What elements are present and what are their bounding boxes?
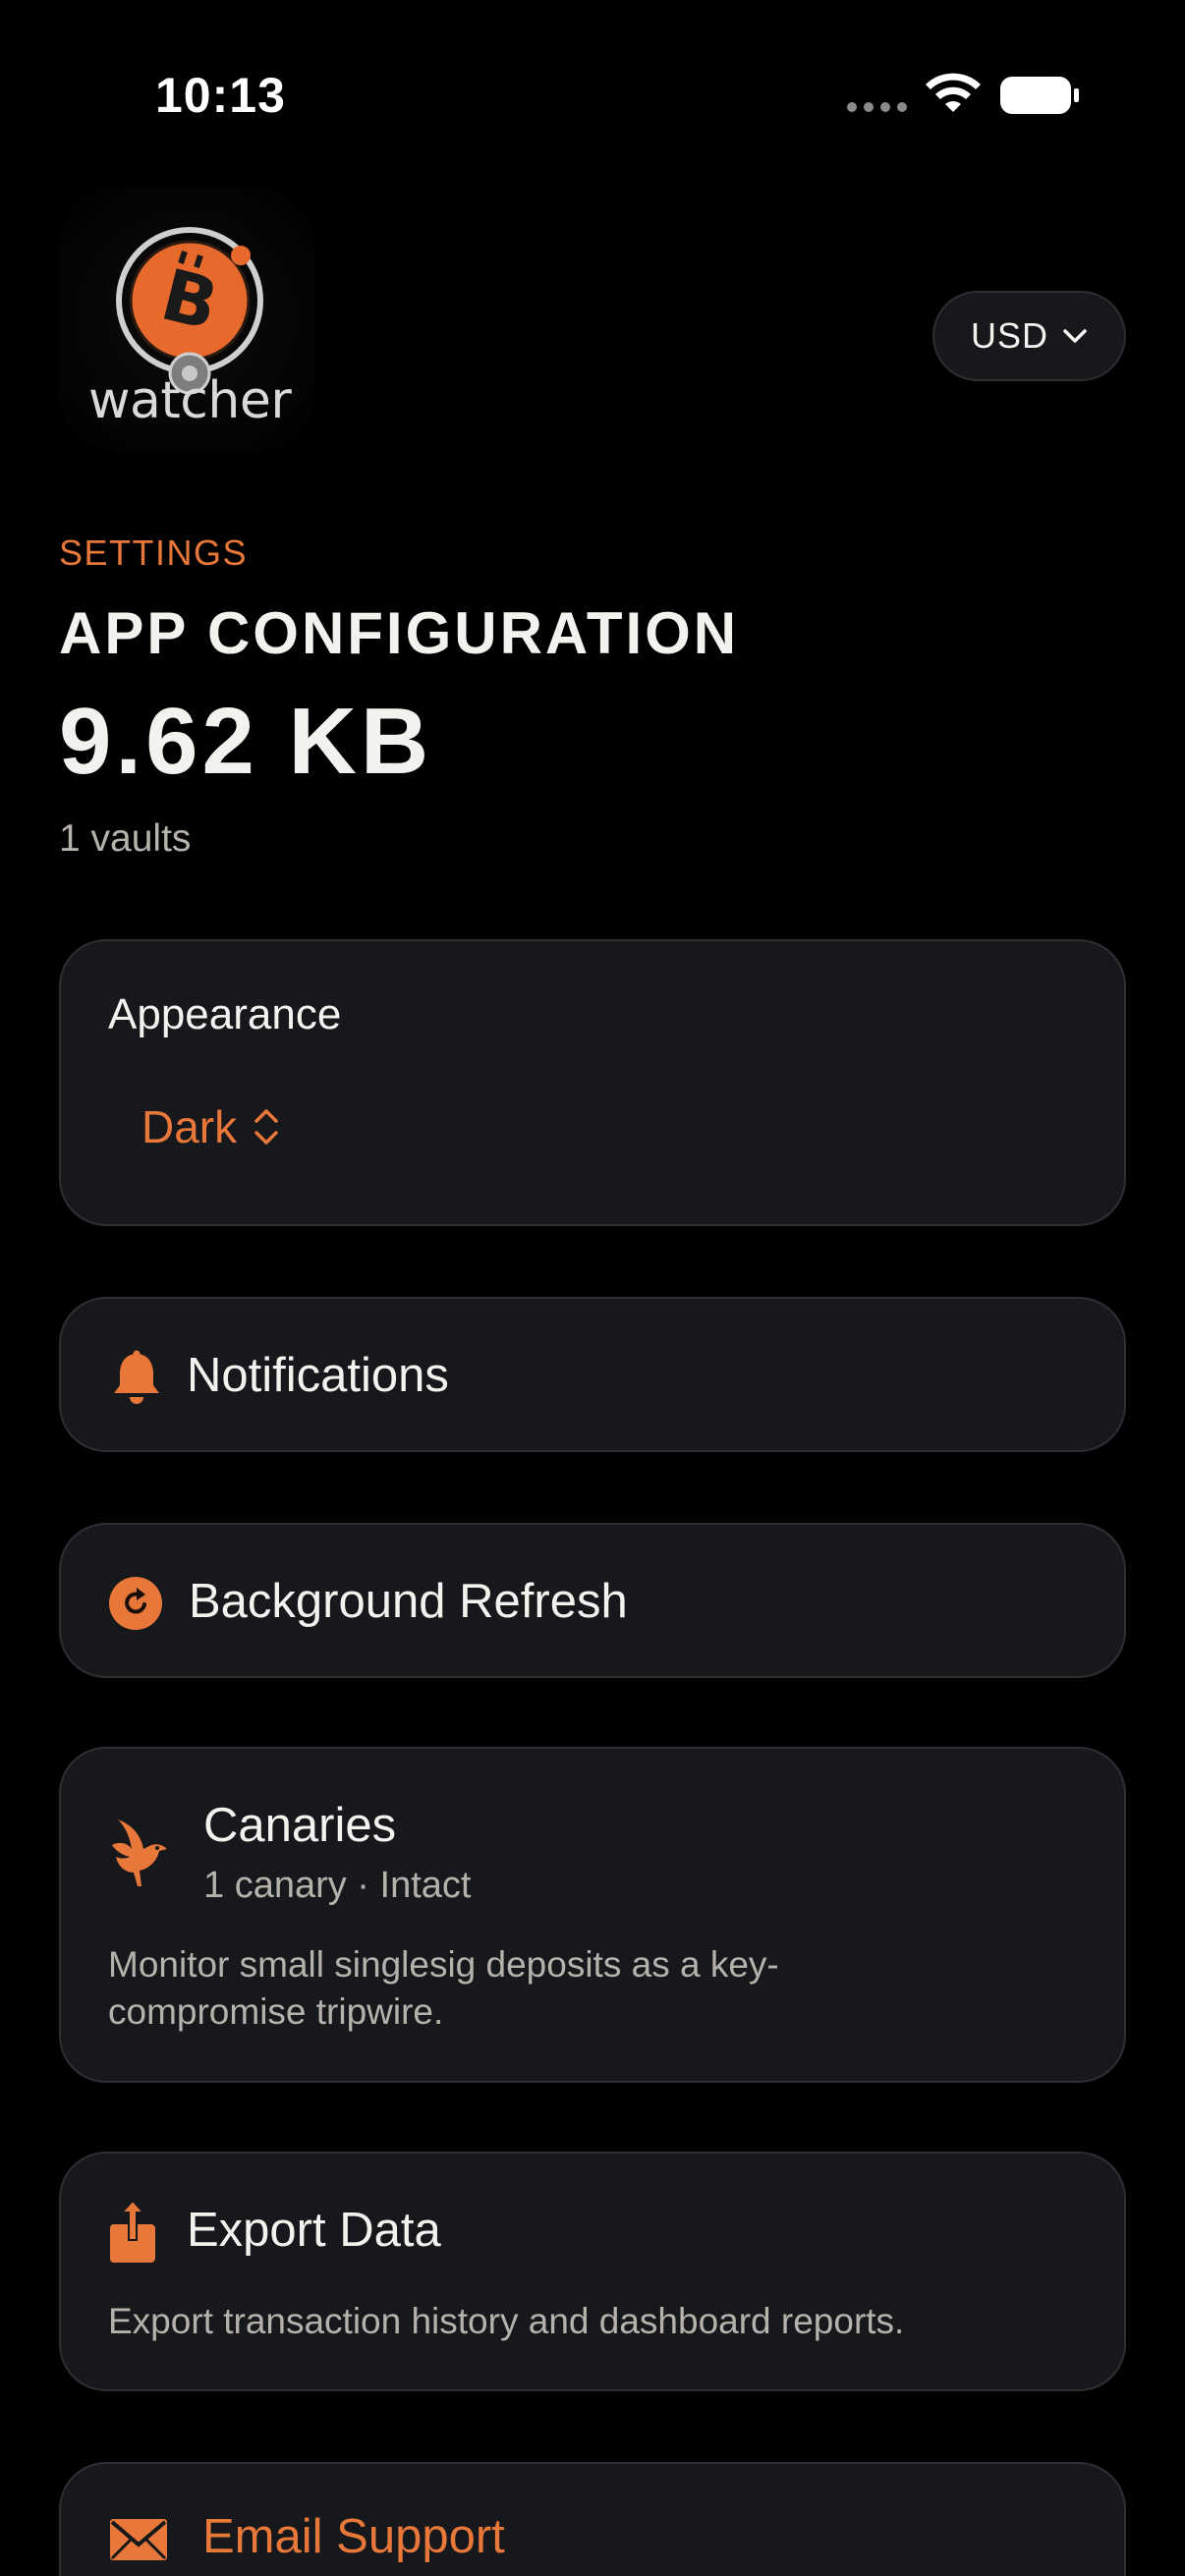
canaries-title: Canaries (203, 1799, 397, 1852)
email-support-row[interactable]: Email Support (59, 2462, 1126, 2576)
logo-text: watcher (88, 371, 292, 430)
export-data-row[interactable]: Export Data Export transaction history a… (59, 2152, 1126, 2391)
signal-dots-icon (847, 102, 907, 112)
appearance-label: Appearance (108, 990, 342, 1038)
share-icon (110, 2201, 155, 2263)
refresh-icon (109, 1577, 162, 1630)
email-support-label: Email Support (202, 2510, 505, 2563)
export-data-description: Export transaction history and dashboard… (108, 2301, 905, 2341)
battery-icon (1000, 77, 1079, 114)
bell-icon (114, 1350, 159, 1404)
canaries-status: 1 canary · Intact (203, 1865, 472, 1906)
app-logo: B watcher (59, 187, 314, 452)
appearance-value: Dark (141, 1101, 238, 1152)
canaries-description: Monitor small singlesig deposits as a ke… (108, 1944, 779, 2032)
canaries-row[interactable]: Canaries 1 canary · Intact Monitor small… (59, 1747, 1126, 2083)
status-time: 10:13 (155, 68, 286, 123)
bird-icon (112, 1820, 167, 1886)
chevron-down-icon (1063, 329, 1087, 343)
background-refresh-label: Background Refresh (189, 1575, 628, 1628)
currency-selector[interactable]: USD (932, 291, 1126, 381)
notifications-label: Notifications (187, 1349, 449, 1402)
currency-label: USD (970, 315, 1048, 356)
page-title: APP CONFIGURATION (59, 600, 740, 666)
export-data-label: Export Data (187, 2204, 441, 2257)
vault-count: 1 vaults (59, 817, 192, 860)
notifications-row[interactable]: Notifications (59, 1297, 1126, 1452)
status-bar: 10:13 (0, 0, 1185, 147)
section-kicker: SETTINGS (59, 532, 249, 573)
background-refresh-row[interactable]: Background Refresh (59, 1523, 1126, 1678)
wifi-icon (926, 73, 981, 112)
appearance-picker[interactable]: Dark (141, 1100, 280, 1153)
mail-icon (110, 2519, 167, 2560)
updown-chevron-icon (254, 1109, 278, 1145)
storage-size: 9.62 KB (59, 689, 433, 794)
appearance-card: Appearance Dark (59, 939, 1126, 1226)
